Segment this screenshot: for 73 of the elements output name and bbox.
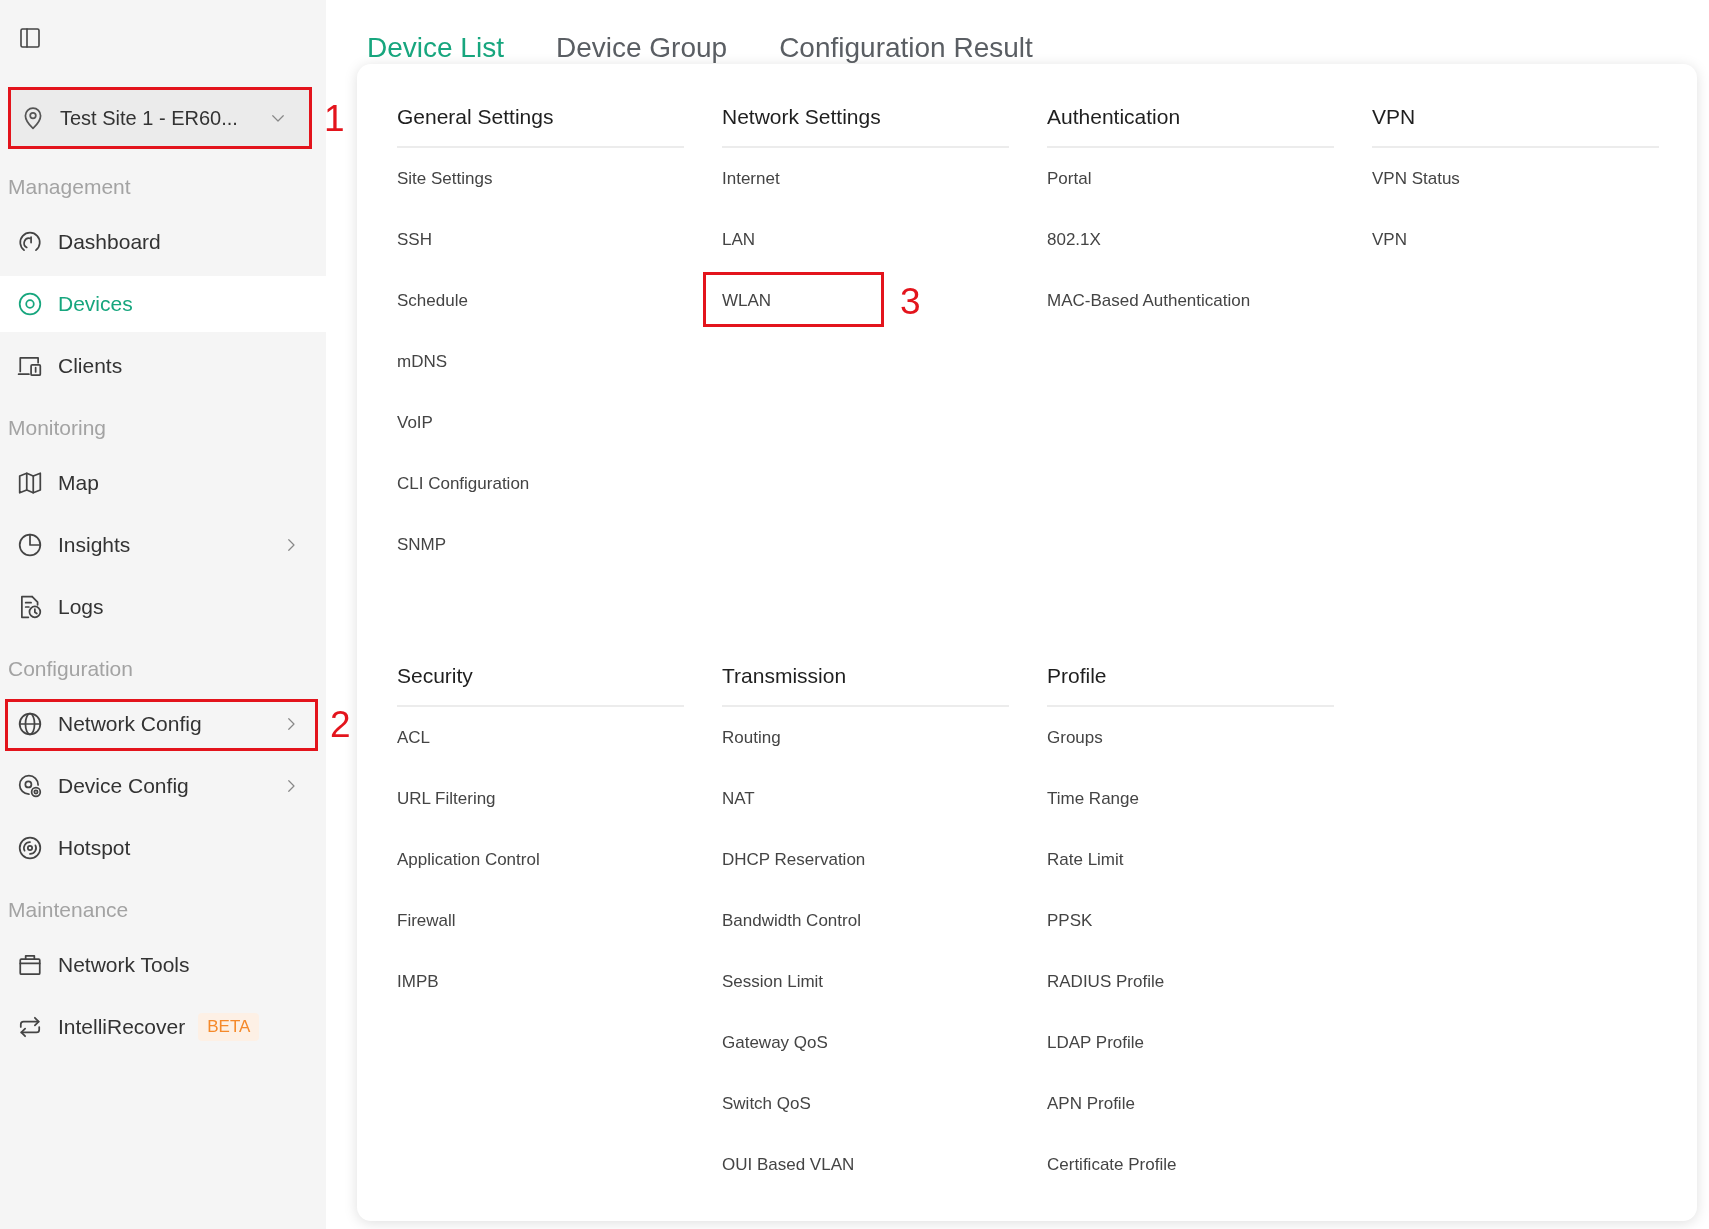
nav-item[interactable]: Device Config: [0, 758, 326, 814]
menu-link[interactable]: Firewall: [397, 907, 456, 934]
concentric-circles-icon: [17, 835, 43, 861]
menu-link[interactable]: 802.1X: [1047, 226, 1101, 253]
target-icon: [17, 291, 43, 317]
nav-item[interactable]: IntelliRecover BETA: [0, 999, 326, 1055]
toolbox-icon: [17, 952, 43, 978]
menu-link[interactable]: APN Profile: [1047, 1090, 1135, 1117]
section-heading: Configuration: [7, 656, 134, 683]
tab[interactable]: Device Group: [555, 32, 728, 64]
repeat-arrows-icon: [17, 1014, 43, 1040]
sidebar-toggle-icon[interactable]: [18, 26, 42, 50]
menu-link[interactable]: URL Filtering: [397, 785, 496, 812]
nav-item[interactable]: Dashboard: [0, 214, 326, 270]
group-heading: General Settings: [397, 102, 684, 148]
callout-number: 3: [900, 282, 921, 319]
group-heading: Transmission: [722, 661, 1009, 707]
menu-link[interactable]: Application Control: [397, 846, 540, 873]
group-heading: Profile: [1047, 661, 1334, 707]
menu-link[interactable]: Gateway QoS: [722, 1029, 828, 1056]
group-heading: Network Settings: [722, 102, 1009, 148]
menu-link[interactable]: Session Limit: [722, 968, 824, 995]
nav-item[interactable]: Logs: [0, 579, 326, 635]
menu-link[interactable]: LDAP Profile: [1047, 1029, 1144, 1056]
menu-link[interactable]: RADIUS Profile: [1047, 968, 1165, 995]
menu-link[interactable]: DHCP Reservation: [722, 846, 866, 873]
menu-link[interactable]: Certificate Profile: [1047, 1151, 1177, 1178]
menu-link[interactable]: Switch QoS: [722, 1090, 811, 1117]
callout-number: 1: [324, 99, 345, 137]
menu-link[interactable]: Groups: [1047, 724, 1103, 751]
menu-link[interactable]: PPSK: [1047, 907, 1093, 934]
map-icon: [17, 470, 43, 496]
section-heading: Management: [7, 174, 132, 201]
section-heading: Monitoring: [7, 415, 108, 442]
menu-link[interactable]: Bandwidth Control: [722, 907, 861, 934]
beta-badge: BETA: [198, 1012, 260, 1042]
menu-link[interactable]: VPN Status: [1372, 165, 1460, 192]
nav-item[interactable]: Network Config: [0, 696, 326, 752]
nav-item[interactable]: Hotspot: [0, 820, 326, 876]
nav-item[interactable]: Insights: [0, 517, 326, 573]
nav-item[interactable]: Network Tools: [0, 937, 326, 993]
group-heading: Authentication: [1047, 102, 1334, 148]
menu-link[interactable]: Internet: [722, 165, 780, 192]
menu-link[interactable]: WLAN: [722, 287, 772, 314]
tab[interactable]: Configuration Result: [779, 32, 1033, 64]
menu-link[interactable]: CLI Configuration: [397, 470, 530, 497]
menu-link[interactable]: MAC-Based Authentication: [1047, 287, 1251, 314]
group-heading: VPN: [1372, 102, 1659, 148]
menu-link[interactable]: ACL: [397, 724, 431, 751]
menu-link[interactable]: Rate Limit: [1047, 846, 1124, 873]
menu-link[interactable]: NAT: [722, 785, 755, 812]
menu-link[interactable]: Time Range: [1047, 785, 1139, 812]
pie-chart-icon: [17, 532, 43, 558]
menu-link[interactable]: VoIP: [397, 409, 433, 436]
menu-link[interactable]: SSH: [397, 226, 432, 253]
menu-link[interactable]: SNMP: [397, 531, 447, 558]
menu-link[interactable]: OUI Based VLAN: [722, 1151, 855, 1178]
menu-link[interactable]: mDNS: [397, 348, 448, 375]
circle-with-badge-icon: [17, 773, 43, 799]
section-heading: Maintenance: [7, 897, 130, 924]
globe-icon: [17, 711, 43, 737]
menu-link[interactable]: Site Settings: [397, 165, 493, 192]
menu-link[interactable]: VPN: [1372, 226, 1407, 253]
nav-item[interactable]: Map: [0, 455, 326, 511]
menu-link[interactable]: Schedule: [397, 287, 468, 314]
menu-link[interactable]: Portal: [1047, 165, 1092, 192]
site-selector[interactable]: Test Site 1 - ER60...: [11, 90, 309, 146]
callout-number: 2: [330, 705, 351, 743]
group-heading: Security: [397, 661, 684, 707]
nav-item[interactable]: Clients: [0, 338, 326, 394]
menu-link[interactable]: IMPB: [397, 968, 439, 995]
menu-link[interactable]: Routing: [722, 724, 781, 751]
menu-link[interactable]: LAN: [722, 226, 756, 253]
